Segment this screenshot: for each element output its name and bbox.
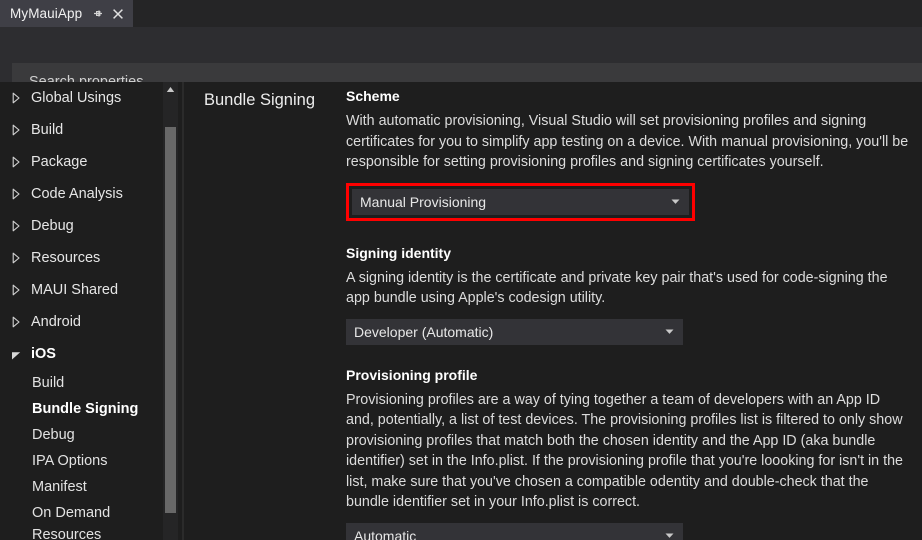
sidebar-item-debug[interactable]: Debug	[0, 210, 163, 242]
chevron-down-icon[interactable]	[665, 531, 674, 540]
chevron-right-icon[interactable]	[8, 154, 24, 170]
sidebar-item-android[interactable]: Android	[0, 306, 163, 338]
sidebar-item-build[interactable]: Build	[0, 114, 163, 146]
sidebar-item-label: Resources	[31, 250, 101, 266]
properties-editor-window: MyMauiApp Global Usings Build Package Code …	[0, 0, 922, 540]
chevron-down-icon[interactable]	[8, 346, 24, 362]
sidebar-item-maui-shared[interactable]: MAUI Shared	[0, 274, 163, 306]
sidebar-item-global-usings[interactable]: Global Usings	[0, 82, 163, 114]
section-title: Scheme	[346, 88, 400, 104]
search-bar-area	[0, 27, 922, 100]
dropdown-provisioning-profile[interactable]: Automatic	[346, 522, 683, 540]
chevron-right-icon[interactable]	[8, 186, 24, 202]
sidebar-item-label: Debug	[32, 427, 75, 443]
section-provisioning-profile: Provisioning profile Provisioning profile…	[346, 367, 912, 540]
section-description: A signing identity is the certificate an…	[346, 269, 888, 307]
section-signing-identity: Signing identity A signing identity is th…	[346, 245, 912, 367]
main-content-panel: Bundle Signing Scheme With automatic prov…	[184, 82, 922, 540]
highlight-annotation-box: Manual Provisioning	[346, 182, 695, 221]
sidebar-item-on-demand-resources[interactable]: On Demand Resources	[0, 500, 163, 540]
sidebar-item-resources[interactable]: Resources	[0, 242, 163, 274]
dropdown-scheme[interactable]: Manual Provisioning	[352, 188, 689, 215]
chevron-right-icon[interactable]	[8, 122, 24, 138]
sidebar-item-label: Android	[31, 314, 81, 330]
sidebar-item-label: Manifest	[32, 479, 87, 495]
section-description: With automatic provisioning, Visual Stud…	[346, 113, 909, 170]
settings-sections: Scheme With automatic provisioning, Visua…	[346, 88, 912, 540]
scrollbar-thumb[interactable]	[165, 127, 176, 513]
sidebar-item-ios[interactable]: iOS	[0, 338, 163, 370]
pin-icon[interactable]	[91, 7, 105, 21]
tab-strip: MyMauiApp	[0, 0, 922, 27]
tab-mymauiapp[interactable]: MyMauiApp	[0, 0, 133, 27]
properties-tree-sidebar: Global Usings Build Package Code Analysis De…	[0, 82, 183, 540]
chevron-down-icon[interactable]	[671, 197, 680, 206]
dropdown-signing-identity[interactable]: Developer (Automatic)	[346, 318, 683, 345]
sidebar-item-label: Package	[31, 154, 88, 170]
tab-label: MyMauiApp	[10, 6, 83, 21]
section-title: Provisioning profile	[346, 366, 478, 383]
dropdown-value: Manual Provisioning	[360, 193, 487, 210]
section-description: Provisioning profiles are a way of tying…	[346, 391, 903, 511]
sidebar-item-label: MAUI Shared	[31, 282, 119, 298]
chevron-down-icon[interactable]	[665, 327, 674, 336]
scroll-up-arrow-icon[interactable]	[163, 82, 178, 96]
sidebar-item-bundle-signing[interactable]: Bundle Signing	[0, 396, 163, 422]
sidebar-item-package[interactable]: Package	[0, 146, 163, 178]
sidebar-scrollbar[interactable]	[163, 82, 178, 540]
sidebar-item-label: Build	[32, 375, 65, 391]
sidebar-item-debug[interactable]: Debug	[0, 422, 163, 448]
sidebar-item-label: On Demand Resources	[32, 505, 111, 540]
page-title: Bundle Signing	[204, 91, 316, 109]
sidebar-item-build[interactable]: Build	[0, 370, 163, 396]
section-title: Signing identity	[346, 244, 451, 261]
sidebar-item-manifest[interactable]: Manifest	[0, 474, 163, 500]
sidebar-item-label: Bundle Signing	[32, 401, 139, 417]
chevron-right-icon[interactable]	[8, 282, 24, 298]
chevron-right-icon[interactable]	[8, 314, 24, 330]
sidebar-item-label: IPA Options	[32, 453, 108, 469]
chevron-right-icon[interactable]	[8, 90, 24, 106]
tab-strip-empty-area	[133, 0, 922, 27]
sidebar-item-label: iOS	[31, 346, 56, 362]
dropdown-value: Automatic	[354, 527, 417, 540]
sidebar-item-label: Debug	[31, 218, 74, 234]
sidebar-item-label: Build	[31, 122, 64, 138]
chevron-right-icon[interactable]	[8, 218, 24, 234]
chevron-right-icon[interactable]	[8, 250, 24, 266]
sidebar-item-label: Global Usings	[31, 90, 122, 106]
sidebar-item-ipa-options[interactable]: IPA Options	[0, 448, 163, 474]
sidebar-item-code-analysis[interactable]: Code Analysis	[0, 178, 163, 210]
properties-tree: Global Usings Build Package Code Analysis De…	[0, 82, 163, 540]
close-icon[interactable]	[111, 7, 125, 21]
section-scheme: Scheme With automatic provisioning, Visua…	[346, 88, 912, 245]
sidebar-item-label: Code Analysis	[31, 186, 123, 202]
dropdown-value: Developer (Automatic)	[354, 323, 494, 340]
